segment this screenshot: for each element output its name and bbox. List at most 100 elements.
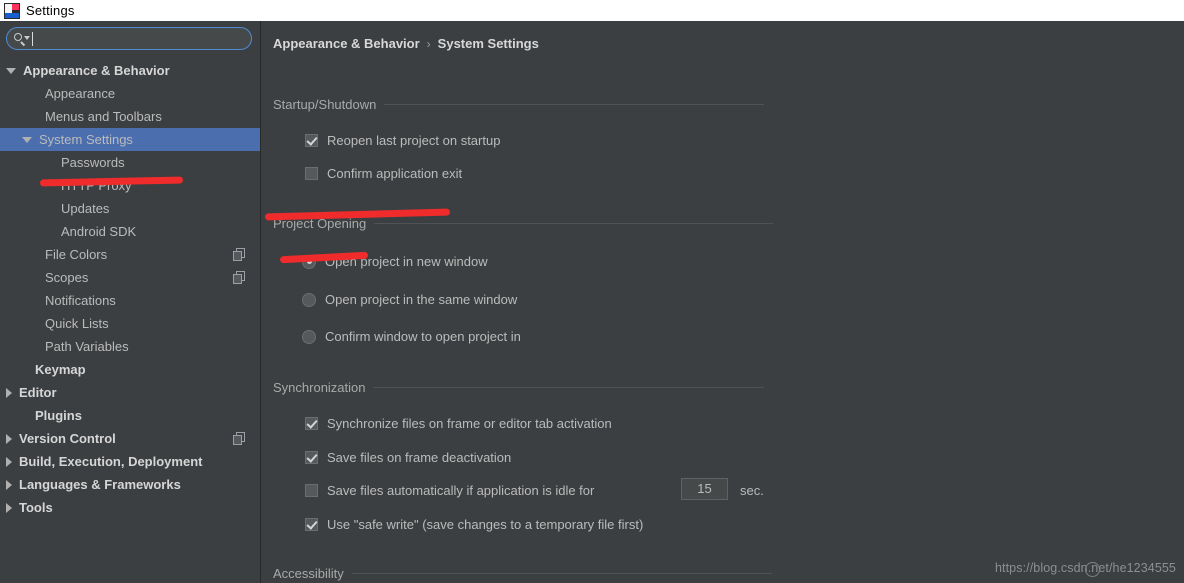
sidebar-item-label: Passwords: [61, 155, 125, 170]
breadcrumb: Appearance & Behavior › System Settings: [273, 36, 539, 51]
radio-label: Confirm window to open project in: [325, 329, 521, 344]
idle-seconds-unit-label: sec.: [740, 483, 764, 498]
sidebar-item-label: Notifications: [45, 293, 116, 308]
checkbox-row-reopen-last-project[interactable]: Reopen last project on startup: [305, 133, 500, 148]
sidebar-item-label: Version Control: [19, 431, 116, 446]
settings-sidebar: Appearance & Behavior Appearance Menus and…: [0, 21, 261, 583]
checkbox-row-save-automatically[interactable]: Save files automatically if application …: [305, 483, 594, 498]
copy-icon[interactable]: [233, 271, 246, 284]
sidebar-item-path-variables[interactable]: Path Variables: [0, 335, 260, 358]
checkbox-label: Reopen last project on startup: [327, 133, 501, 148]
chevron-right-icon: ›: [426, 36, 431, 51]
checkbox-row-safe-write[interactable]: Use "safe write" (save changes to a temp…: [305, 517, 643, 532]
checkbox-synchronize-files[interactable]: [305, 417, 318, 430]
sidebar-item-label: Plugins: [35, 408, 82, 423]
radio-row-confirm-window[interactable]: Confirm window to open project in: [302, 329, 521, 344]
sidebar-item-label: Appearance: [45, 86, 116, 101]
section-title: Accessibility: [273, 566, 344, 581]
checkbox-label: Save files automatically if application …: [327, 483, 595, 498]
idle-seconds-input[interactable]: 15: [681, 478, 728, 500]
sidebar-item-android-sdk[interactable]: Android SDK: [0, 220, 260, 243]
sidebar-item-label: Path Variables: [45, 339, 129, 354]
chevron-right-icon[interactable]: [6, 502, 12, 513]
checkbox-row-synchronize-files[interactable]: Synchronize files on frame or editor tab…: [305, 416, 612, 431]
sidebar-item-label: Build, Execution, Deployment: [19, 454, 203, 469]
breadcrumb-current: System Settings: [437, 36, 539, 51]
checkbox-save-files-on-frame-deactivation[interactable]: [305, 451, 318, 464]
sidebar-item-label: Keymap: [35, 362, 86, 377]
sidebar-item-label: System Settings: [39, 132, 133, 147]
section-rule: [374, 223, 773, 224]
checkbox-row-confirm-application-exit[interactable]: Confirm application exit: [305, 166, 462, 181]
sidebar-item-passwords[interactable]: Passwords: [0, 151, 260, 174]
chevron-down-icon[interactable]: [6, 67, 16, 74]
breadcrumb-parent[interactable]: Appearance & Behavior: [273, 36, 420, 51]
checkbox-save-files-automatically[interactable]: [305, 484, 318, 497]
checkbox-label: Confirm application exit: [327, 166, 463, 181]
chevron-right-icon[interactable]: [6, 433, 12, 444]
sidebar-item-label: Scopes: [45, 270, 89, 285]
sidebar-item-system-settings[interactable]: System Settings: [0, 128, 260, 151]
sidebar-item-appearance[interactable]: Appearance: [0, 82, 260, 105]
chevron-down-icon[interactable]: [22, 136, 32, 143]
sidebar-item-scopes[interactable]: Scopes: [0, 266, 260, 289]
radio-label: Open project in the same window: [325, 292, 518, 307]
sidebar-item-notifications[interactable]: Notifications: [0, 289, 260, 312]
sidebar-item-plugins[interactable]: Plugins: [0, 404, 260, 427]
checkbox-label: Synchronize files on frame or editor tab…: [327, 416, 612, 431]
chevron-right-icon[interactable]: [6, 456, 12, 467]
sidebar-item-tools[interactable]: Tools: [0, 496, 260, 519]
settings-content: Appearance & Behavior › System Settings …: [262, 21, 1184, 583]
sidebar-item-label: Appearance & Behavior: [23, 63, 170, 78]
radio-open-project-same-window[interactable]: [302, 292, 316, 307]
sidebar-item-quick-lists[interactable]: Quick Lists: [0, 312, 260, 335]
checkbox-reopen-last-project[interactable]: [305, 134, 318, 147]
radio-row-open-same-window[interactable]: Open project in the same window: [302, 292, 517, 307]
sidebar-item-editor[interactable]: Editor: [0, 381, 260, 404]
sidebar-item-label: Tools: [19, 500, 53, 515]
checkbox-label: Use "safe write" (save changes to a temp…: [327, 517, 644, 532]
radio-confirm-window-to-open[interactable]: [302, 329, 316, 344]
sidebar-item-label: Editor: [19, 385, 57, 400]
sidebar-item-languages-frameworks[interactable]: Languages & Frameworks: [0, 473, 260, 496]
section-header-synchronization: Synchronization: [273, 380, 773, 395]
sidebar-item-menus-and-toolbars[interactable]: Menus and Toolbars: [0, 105, 260, 128]
settings-window: Settings Appearance & Behavior Appearance…: [0, 0, 1184, 583]
sidebar-item-updates[interactable]: Updates: [0, 197, 260, 220]
search-icon[interactable]: [14, 32, 30, 46]
search-input[interactable]: [33, 31, 251, 46]
search-box[interactable]: [6, 27, 252, 50]
copy-icon[interactable]: [233, 432, 246, 445]
section-title: Synchronization: [273, 380, 366, 395]
checkbox-row-save-on-deactivation[interactable]: Save files on frame deactivation: [305, 450, 511, 465]
search-container: [0, 21, 260, 50]
chevron-right-icon[interactable]: [6, 387, 12, 398]
watermark: https://blog.csdn.net/he1234555: [995, 561, 1176, 577]
sidebar-item-appearance-behavior[interactable]: Appearance & Behavior: [0, 59, 260, 82]
section-rule: [384, 104, 765, 105]
sidebar-item-build-execution-deployment[interactable]: Build, Execution, Deployment: [0, 450, 260, 473]
settings-tree: Appearance & Behavior Appearance Menus and…: [0, 59, 260, 519]
watermark-badge-icon: [1084, 562, 1100, 577]
title-bar: Settings: [0, 0, 1184, 21]
copy-icon[interactable]: [233, 248, 246, 261]
sidebar-item-label: Languages & Frameworks: [19, 477, 181, 492]
chevron-right-icon[interactable]: [6, 479, 12, 490]
sidebar-item-keymap[interactable]: Keymap: [0, 358, 260, 381]
checkbox-use-safe-write[interactable]: [305, 518, 318, 531]
sidebar-item-file-colors[interactable]: File Colors: [0, 243, 260, 266]
checkbox-confirm-application-exit[interactable]: [305, 167, 318, 180]
section-title: Startup/Shutdown: [273, 97, 377, 112]
sidebar-item-version-control[interactable]: Version Control: [0, 427, 260, 450]
section-header-startup-shutdown: Startup/Shutdown: [273, 97, 773, 112]
window-title: Settings: [26, 3, 75, 18]
